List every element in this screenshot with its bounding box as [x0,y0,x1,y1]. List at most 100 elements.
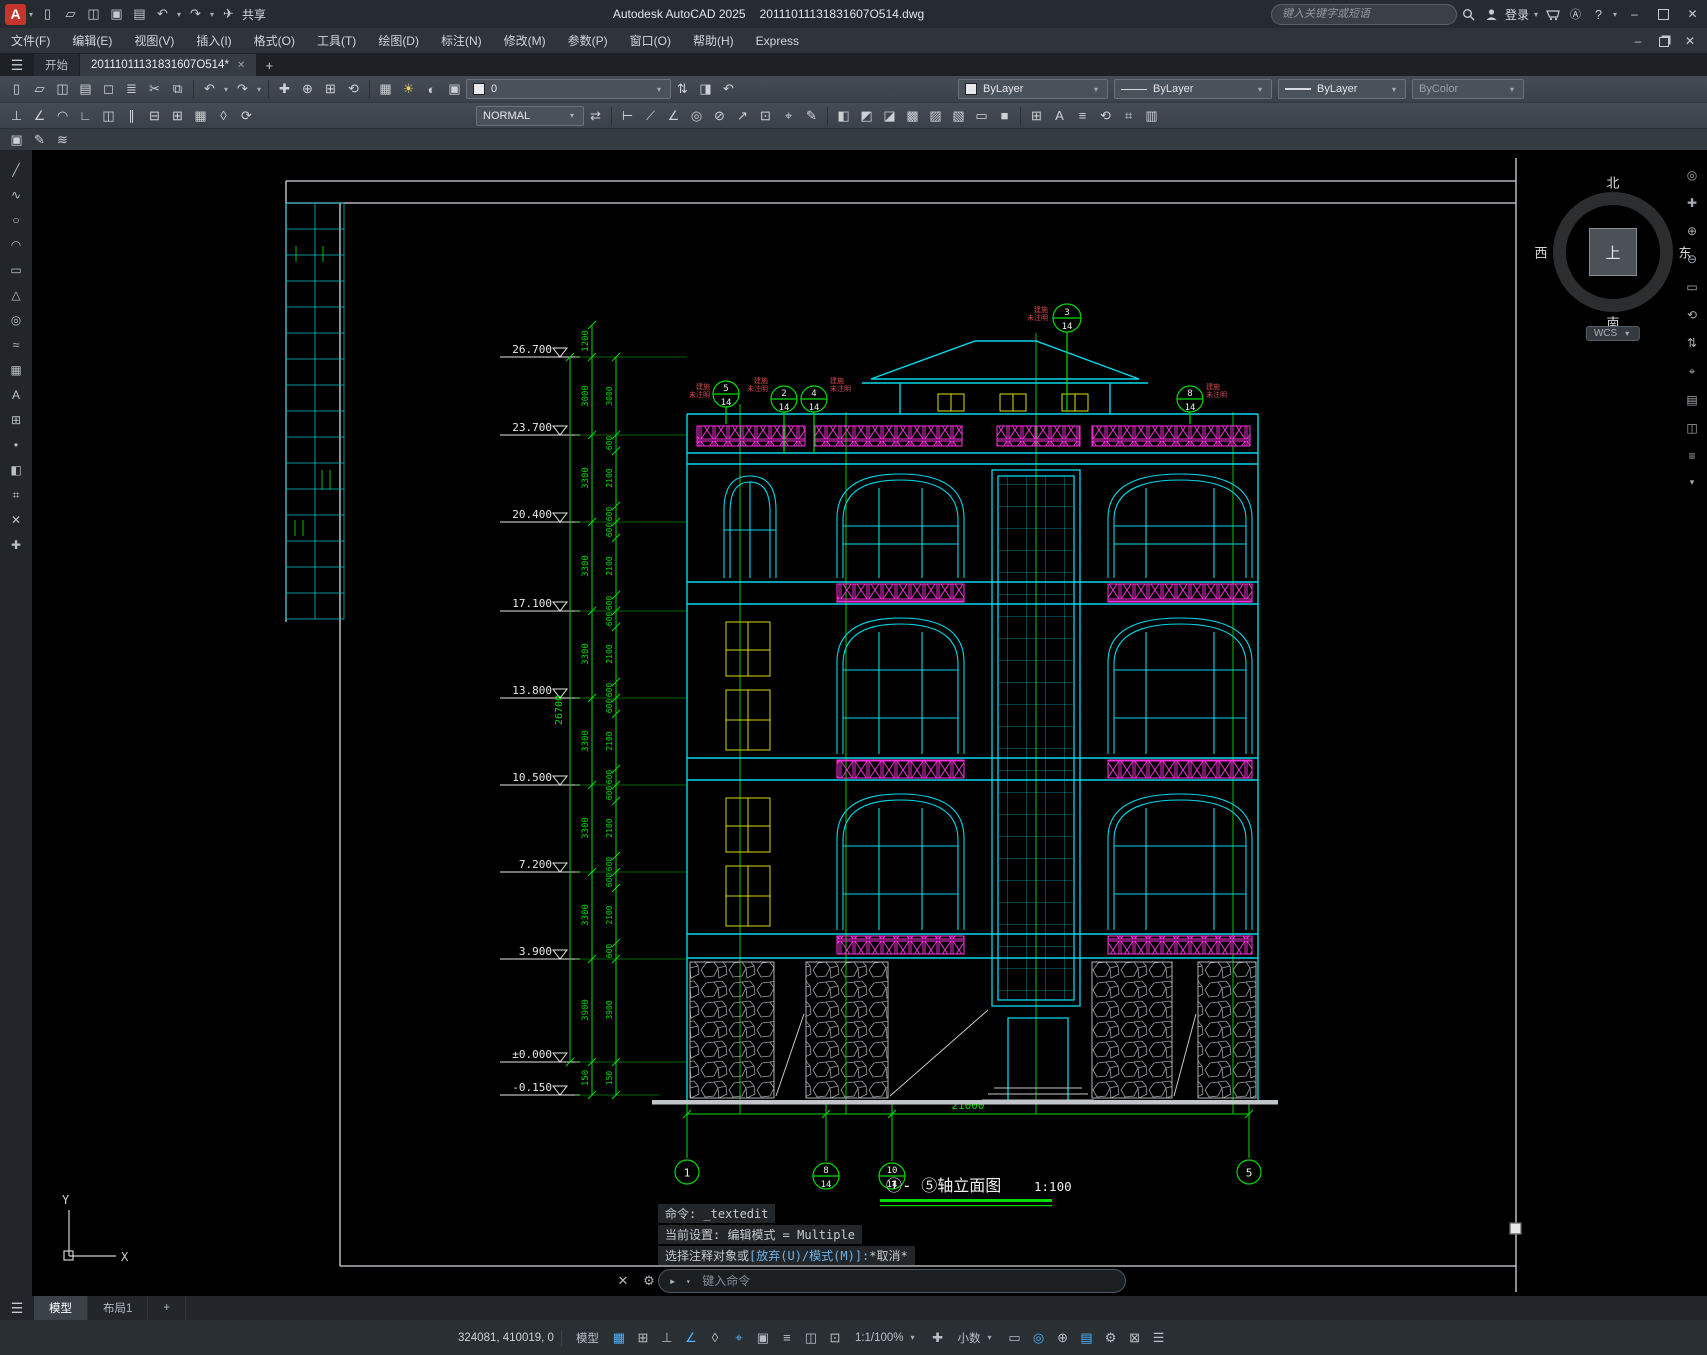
plot-icon[interactable]: ▤ [128,4,151,24]
search-box[interactable] [1270,3,1457,25]
menu-express[interactable]: Express [745,28,810,53]
text-style-caret-icon[interactable]: ▾ [567,111,577,120]
edit-text-icon[interactable]: ✎ [28,129,51,150]
zoom-realtime-icon[interactable]: ⊕ [296,79,319,100]
ortho-toggle-icon[interactable]: ⊥ [656,1327,678,1349]
extend-icon[interactable]: ⊞ [166,105,189,126]
dim-radius-icon[interactable]: ◎ [685,105,708,126]
share-label[interactable]: 共享 [242,6,266,23]
spline-tool-icon[interactable]: ≈ [5,337,27,353]
redo-caret-icon[interactable]: ▾ [254,85,264,94]
text-align-icon[interactable]: ⇄ [584,105,607,126]
cmdline-customize-icon[interactable]: ⚙ [638,1270,660,1292]
table-tool-icon[interactable]: ⊞ [5,412,27,428]
fillet-icon[interactable]: ◠ [51,105,74,126]
snap-toggle-icon[interactable]: ⊞ [632,1327,654,1349]
sheet-set-icon[interactable]: ▤ [1686,393,1697,407]
new-file-icon[interactable]: ▯ [36,4,59,24]
polar-toggle-icon[interactable]: ∠ [680,1327,702,1349]
match-layer-icon[interactable]: ◨ [694,79,717,100]
osnap-toggle-icon[interactable]: ⌖ [728,1327,750,1349]
graphics-performance-icon[interactable]: ⚙ [1100,1327,1122,1349]
view-cube[interactable]: 上 北 南 西 东 WCS ▾ [1534,176,1692,341]
qnew-icon[interactable]: ▯ [5,79,28,100]
dim-angular-icon[interactable]: ∠ [662,105,685,126]
dim-edit-icon[interactable]: ✎ [800,105,823,126]
isolate-objects-icon[interactable]: ▤ [1076,1327,1098,1349]
menu-window[interactable]: 窗口(O) [619,28,682,53]
help-icon[interactable]: ? [1587,4,1610,24]
block-icon[interactable]: ◧ [832,105,855,126]
wcs-selector[interactable]: WCS ▾ [1585,326,1641,341]
scale-icon[interactable]: ◊ [212,105,235,126]
zoom-in-icon[interactable]: ⊕ [1687,224,1697,238]
annotation-scale-button[interactable]: 1:1/100% ▾ [848,1327,925,1349]
make-current-icon[interactable]: ⇅ [671,79,694,100]
layer-properties-icon[interactable]: ▦ [374,79,397,100]
mtext-icon[interactable]: A [1048,105,1071,126]
layer-combo[interactable]: 0 ▾ [466,79,671,99]
zoom-window-icon[interactable]: ⊞ [319,79,342,100]
table-icon[interactable]: ⊞ [1025,105,1048,126]
more-caret-icon[interactable]: ▾ [1690,477,1695,488]
chamfer-icon[interactable]: ∟ [74,105,97,126]
plot-preview-icon[interactable]: ◻ [97,79,120,100]
arc-tool-icon[interactable]: ◠ [5,237,27,253]
undo-caret-icon[interactable]: ▾ [221,85,231,94]
color-combo-caret-icon[interactable]: ▾ [1091,85,1101,94]
coordinates-readout[interactable]: 324081, 410019, 0 [458,1332,554,1344]
menu-tools[interactable]: 工具(T) [306,28,367,53]
center-icon[interactable]: ⌖ [1689,364,1696,379]
rectangle-tool-icon[interactable]: ▭ [5,262,27,278]
annotation-scale-caret-icon[interactable]: ▾ [908,1333,918,1342]
line-tool-icon[interactable]: ╱ [5,162,27,178]
insert-block-icon[interactable]: ◩ [855,105,878,126]
doc-close-button[interactable]: ✕ [1677,29,1703,53]
close-button[interactable]: ✕ [1678,1,1707,28]
dim-linear-icon[interactable]: ⊢ [616,105,639,126]
layer-lock-icon[interactable]: ▣ [443,79,466,100]
color-combo[interactable]: ByLayer ▾ [958,79,1108,99]
move-tool-icon[interactable]: ✚ [5,537,27,553]
circle-tool-icon[interactable]: ○ [5,212,27,228]
open-file-icon[interactable]: ▱ [59,4,82,24]
app-logo[interactable]: A [5,3,26,25]
maximize-button[interactable] [1649,1,1678,28]
undo-caret-icon[interactable]: ▾ [174,10,184,19]
annotation-visibility-icon[interactable]: ✚ [927,1327,949,1349]
tab-layout1[interactable]: 布局1 [88,1296,149,1320]
minimize-button[interactable]: – [1620,1,1649,28]
menu-draw[interactable]: 绘图(D) [367,28,430,53]
compass-west[interactable]: 西 [1534,243,1547,262]
properties-panel-icon[interactable]: ≡ [1688,449,1695,463]
hamburger-icon[interactable]: ☰ [0,54,34,76]
rotate-icon[interactable]: ⟳ [235,105,258,126]
text-style-combo[interactable]: NORMAL ▾ [476,105,584,126]
menu-file[interactable]: 文件(F) [0,28,61,53]
undo-icon[interactable]: ↶ [198,79,221,100]
hatch-icon[interactable]: ▨ [924,105,947,126]
user-icon[interactable] [1480,4,1503,24]
clean-screen-icon[interactable]: ⊠ [1124,1327,1146,1349]
annotation-monitor-icon[interactable]: ◎ [1028,1327,1050,1349]
layer-on-icon[interactable]: ☀ [397,79,420,100]
plot-icon[interactable]: ▤ [74,79,97,100]
menu-dimension[interactable]: 标注(N) [430,28,493,53]
new-layout-button[interactable]: + [148,1296,187,1320]
layer-combo-caret-icon[interactable]: ▾ [654,85,664,94]
menu-insert[interactable]: 插入(I) [185,28,242,53]
navigation-wheel-icon[interactable]: ◎ [1687,168,1697,182]
update-icon[interactable]: ⟲ [1094,105,1117,126]
command-input[interactable] [700,1273,1115,1289]
layer-freeze-icon[interactable]: ◐ [420,79,443,100]
offset-icon[interactable]: ∥ [120,105,143,126]
save-icon[interactable]: ◫ [82,4,105,24]
tab-start[interactable]: 开始 [34,54,79,76]
units-button[interactable]: 小数 ▾ [951,1327,1002,1349]
open-icon[interactable]: ▱ [28,79,51,100]
dim-aligned-icon[interactable]: ⟋ [639,105,662,126]
menu-modify[interactable]: 修改(M) [493,28,557,53]
orbit-icon[interactable]: ⟲ [1687,308,1697,322]
tolerance-icon[interactable]: ⊡ [754,105,777,126]
share-icon[interactable]: ✈ [217,4,240,24]
